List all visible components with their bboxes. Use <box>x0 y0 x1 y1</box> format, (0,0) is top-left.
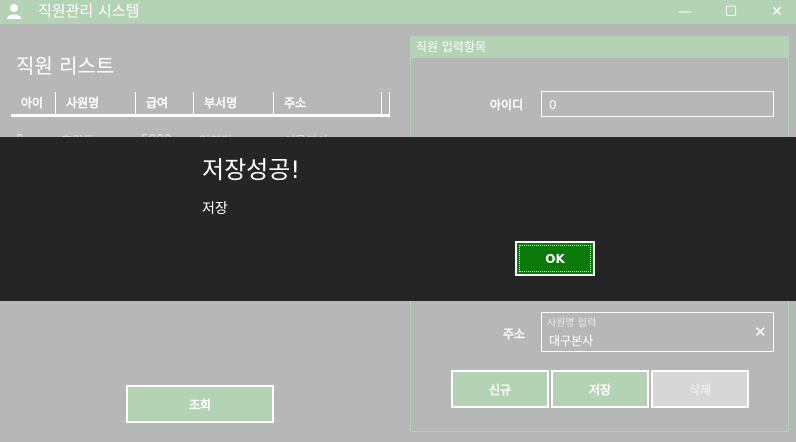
address-value: 대구본사 <box>549 334 594 348</box>
address-field[interactable]: 사원명 입력 대구본사 ✕ <box>541 312 774 352</box>
list-title: 직원 리스트 <box>16 54 115 78</box>
address-placeholder: 사원명 입력 <box>547 318 597 329</box>
id-label: 아이디 <box>490 98 524 112</box>
id-field-value: 0 <box>549 98 557 112</box>
column-header-id[interactable]: 아이 <box>11 92 56 114</box>
list-header-divider <box>11 114 390 117</box>
query-button[interactable]: 조회 <box>126 385 274 423</box>
column-header-name[interactable]: 사원명 <box>56 92 136 114</box>
save-button[interactable]: 저장 <box>551 370 649 408</box>
message-dialog <box>0 137 796 301</box>
delete-button[interactable]: 삭제 <box>651 370 749 408</box>
address-label: 주소 <box>503 327 526 341</box>
column-header-filler <box>382 92 390 114</box>
clear-icon[interactable]: ✕ <box>754 323 767 341</box>
window-title: 직원관리 시스템 <box>38 2 140 20</box>
input-panel-header: 직원 입력항목 <box>410 36 789 58</box>
column-header-address[interactable]: 주소 <box>274 92 382 114</box>
dialog-title: 저장성공! <box>202 156 300 184</box>
id-field[interactable]: 0 <box>541 91 774 117</box>
new-button[interactable]: 신규 <box>451 370 549 408</box>
close-button[interactable]: ✕ <box>754 0 796 24</box>
maximize-button[interactable]: ☐ <box>708 0 754 24</box>
ok-button[interactable]: OK <box>515 241 595 276</box>
list-header: 아이 사원명 급여 부서명 주소 <box>11 92 390 114</box>
user-icon <box>7 4 21 19</box>
column-header-dept[interactable]: 부서명 <box>194 92 274 114</box>
dialog-message: 저장 <box>202 201 228 217</box>
column-header-salary[interactable]: 급여 <box>136 92 194 114</box>
minimize-button[interactable]: — <box>662 0 708 24</box>
